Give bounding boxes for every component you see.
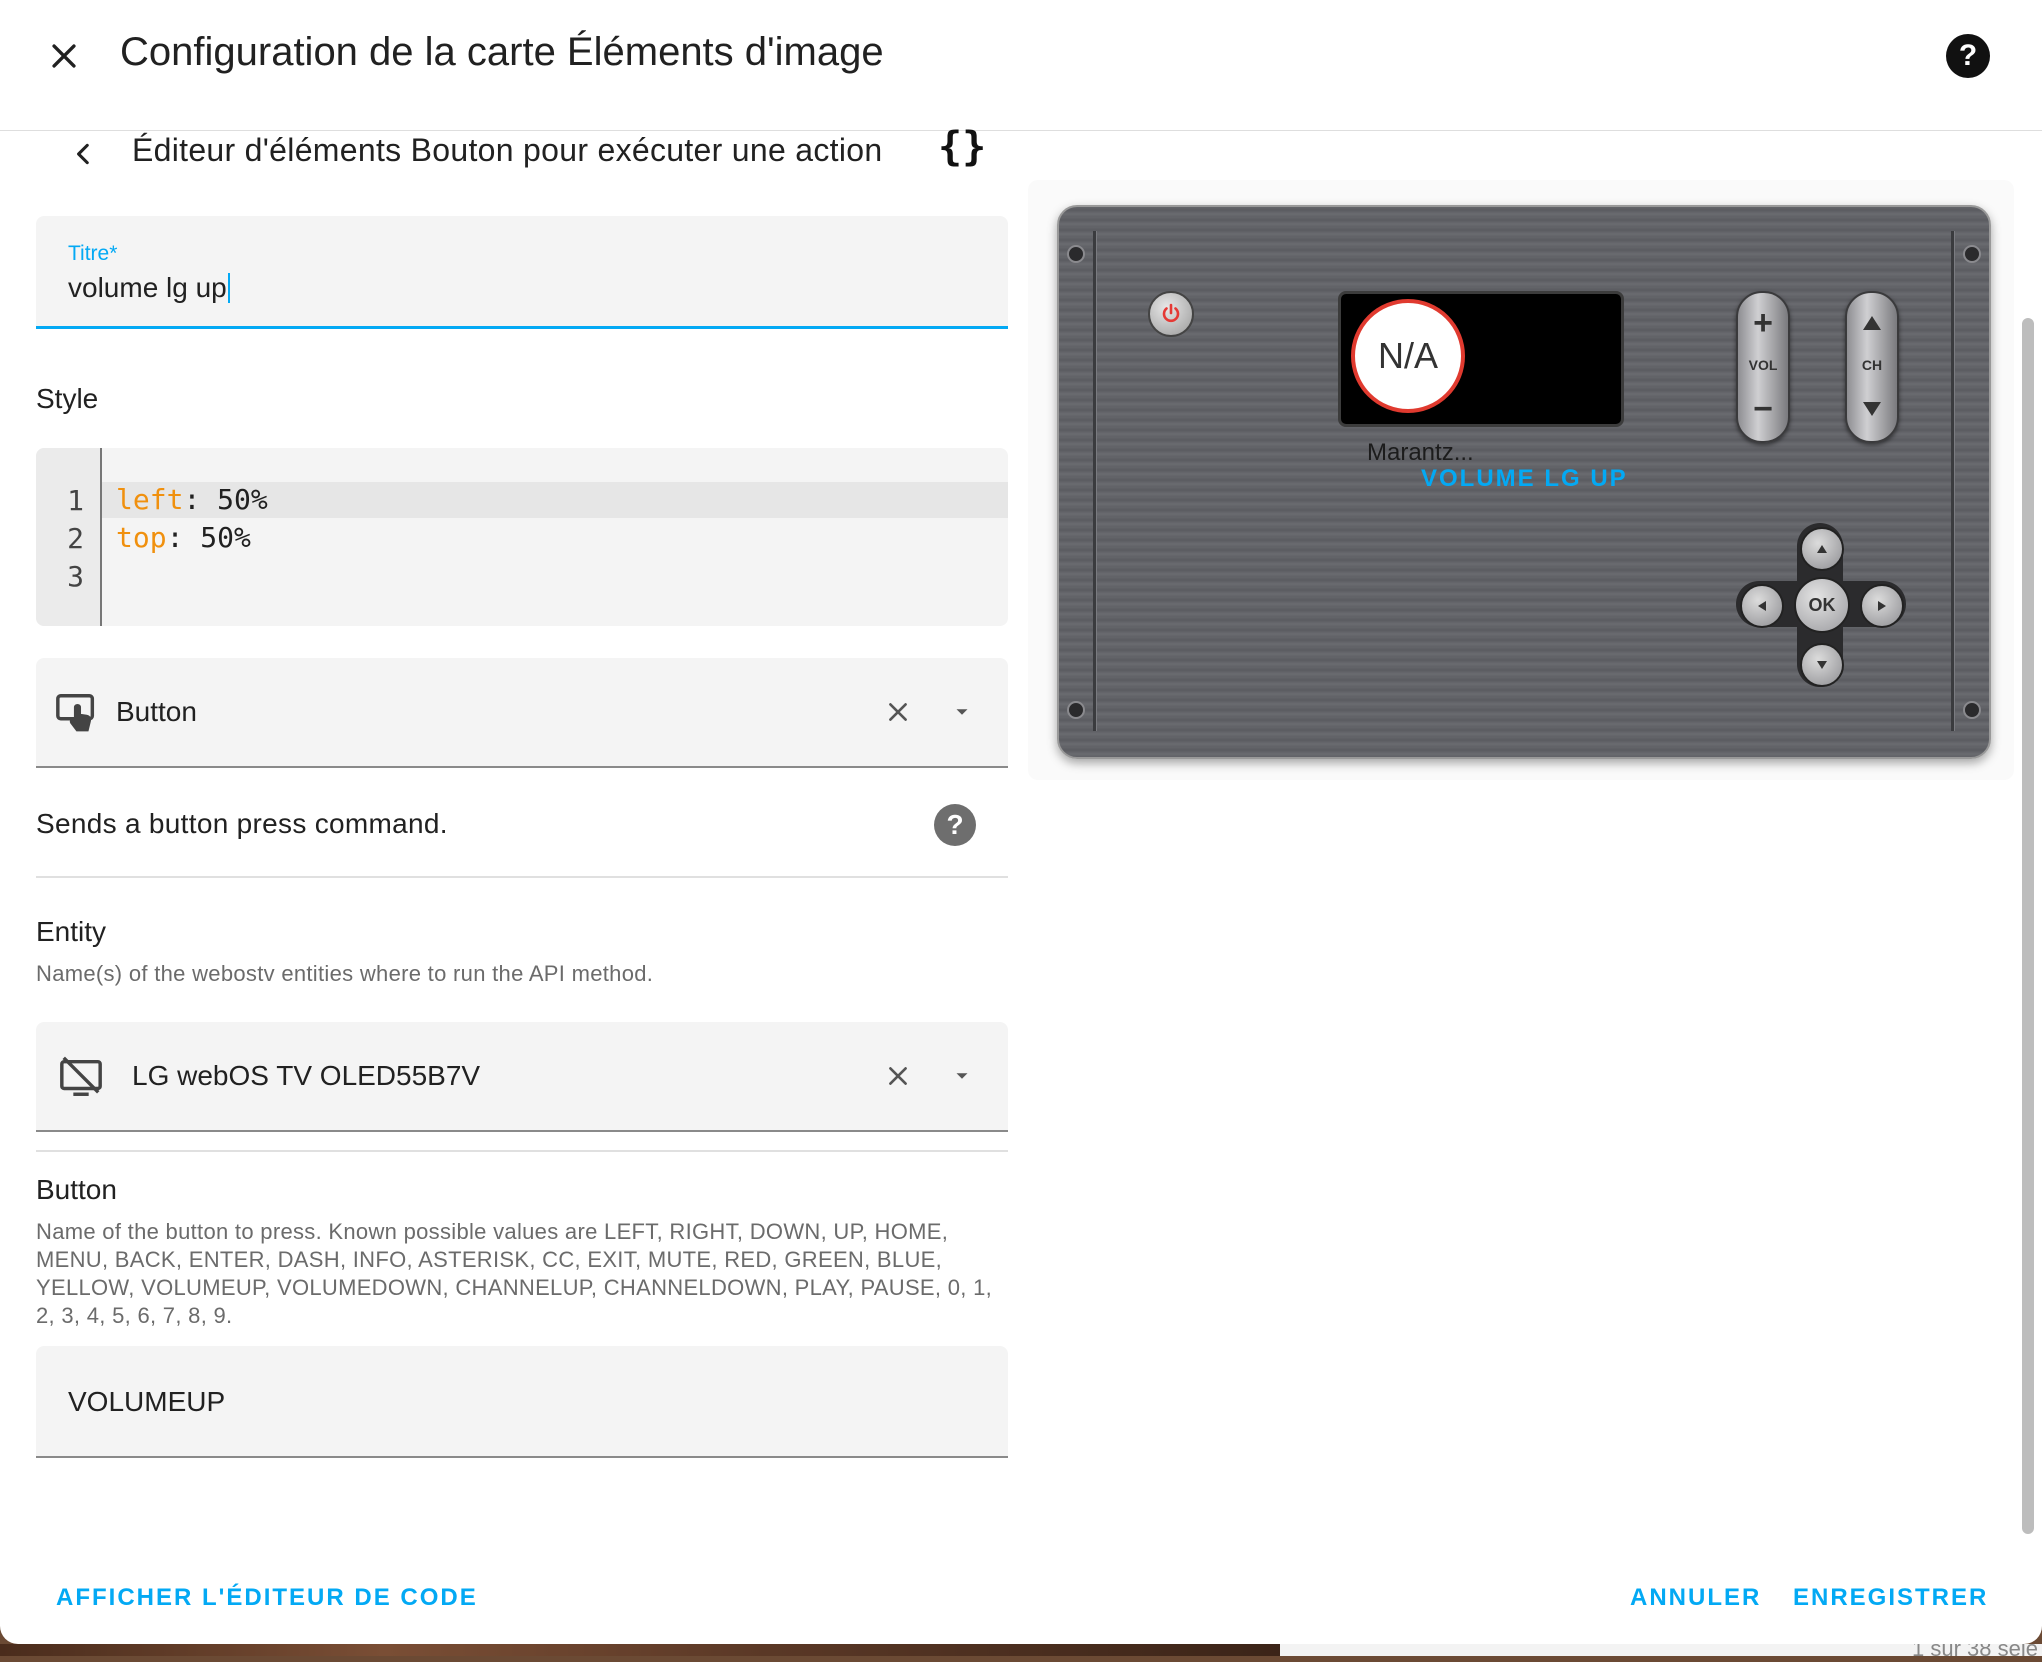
close-icon [889,1067,907,1085]
screw [1067,245,1085,263]
screw [1963,701,1981,719]
line-number: 1 [67,484,84,517]
entity-dropdown-button[interactable] [940,1054,984,1098]
back-button[interactable] [64,134,104,174]
gesture-tap-button-icon [56,694,95,732]
card-config-dialog: Configuration de la carte Éléments d'ima… [0,0,2042,1644]
style-label: Style [36,383,99,414]
line-number: 2 [67,522,84,555]
code-line[interactable]: top: 50% [116,520,251,556]
subeditor-title: Éditeur d'éléments Bouton pour exécuter … [132,132,883,168]
save-button[interactable]: ENREGISTRER [1793,1584,1988,1612]
help-icon: ? [946,809,964,840]
entity-select[interactable]: LG webOS TV OLED55B7V [36,1022,1008,1132]
style-code-editor[interactable]: 1 2 3 left: 50% top: 50% [36,448,1008,626]
remote-image: N/A Marantz... VOLUME LG UP + VOL − CH O… [1057,205,1991,759]
show-code-editor-button[interactable]: AFFICHER L'ÉDITEUR DE CODE [56,1584,478,1612]
entity-description: Name(s) of the webostv entities where to… [36,961,654,986]
title-field-label: Titre* [68,242,118,265]
channel-rocker[interactable]: CH [1845,291,1899,443]
cancel-button[interactable]: ANNULER [1630,1584,1761,1612]
line-number: 3 [67,560,84,593]
tv-off-icon [60,1056,102,1096]
triangle-down-icon [1817,661,1827,669]
dialog-title: Configuration de la carte Éléments d'ima… [120,30,884,74]
close-icon [889,703,907,721]
dpad-up-button[interactable] [1800,527,1844,571]
clear-action-button[interactable] [876,690,920,734]
volume-up-button[interactable]: + [1738,303,1788,343]
action-description-row: Sends a button press command. ? [36,780,1008,878]
button-description: Name of the button to press. Known possi… [36,1219,993,1328]
menu-down-icon [956,1073,968,1079]
triangle-up-icon [1863,316,1881,330]
remote-rail-left [1093,231,1097,731]
screw [1067,701,1085,719]
channel-up-button[interactable] [1847,303,1897,343]
section-divider [36,1150,1008,1152]
device-name: Marantz... [1367,439,1474,466]
close-button[interactable] [40,32,88,80]
background-wallpaper [0,1644,1280,1656]
code-line[interactable]: left: 50% [116,482,268,518]
entity-label: Entity [36,916,107,947]
action-dropdown-button[interactable] [940,690,984,734]
title-field-value[interactable]: volume lg up [68,272,230,304]
dpad-left-button[interactable] [1740,584,1784,628]
triangle-left-icon [1758,601,1766,611]
button-value[interactable]: VOLUMEUP [68,1386,225,1418]
text-caret [227,273,230,303]
remote-rail-right [1951,231,1955,731]
triangle-up-icon [1817,545,1827,553]
action-select[interactable]: Button [36,658,1008,768]
power-button[interactable] [1148,291,1194,337]
element-title-preview[interactable]: VOLUME LG UP [1421,465,1628,493]
button-label: Button [36,1174,117,1205]
dpad-down-button[interactable] [1800,643,1844,687]
action-help-button[interactable]: ? [934,804,976,846]
volume-down-button[interactable]: − [1738,389,1788,429]
close-icon [52,44,76,68]
dpad-ok-button[interactable]: OK [1794,577,1850,633]
power-icon [1162,303,1180,323]
help-button[interactable]: ? [1946,34,1990,78]
volume-rocker[interactable]: + VOL − [1736,291,1790,443]
title-field[interactable]: Titre* volume lg up [36,216,1008,329]
vol-label: VOL [1748,357,1778,373]
channel-down-button[interactable] [1847,389,1897,429]
clear-entity-button[interactable] [876,1054,920,1098]
dialog-header: Configuration de la carte Éléments d'ima… [0,0,2042,131]
scrollbar-thumb[interactable] [2022,318,2034,1534]
ch-label: CH [1861,357,1883,373]
triangle-down-icon [1863,402,1881,416]
entity-select-value: LG webOS TV OLED55B7V [132,1060,481,1091]
dpad-right-button[interactable] [1860,584,1904,628]
triangle-right-icon [1878,601,1886,611]
help-icon: ? [1958,39,1978,72]
action-description: Sends a button press command. [36,808,448,839]
button-value-field[interactable]: VOLUMEUP [36,1346,1008,1458]
state-badge[interactable]: N/A [1351,299,1465,413]
screw [1963,245,1981,263]
action-select-value: Button [116,696,197,727]
yaml-mode-toggle[interactable]: {} [938,124,986,170]
menu-down-icon [956,709,968,715]
chevron-left-icon [77,143,89,165]
